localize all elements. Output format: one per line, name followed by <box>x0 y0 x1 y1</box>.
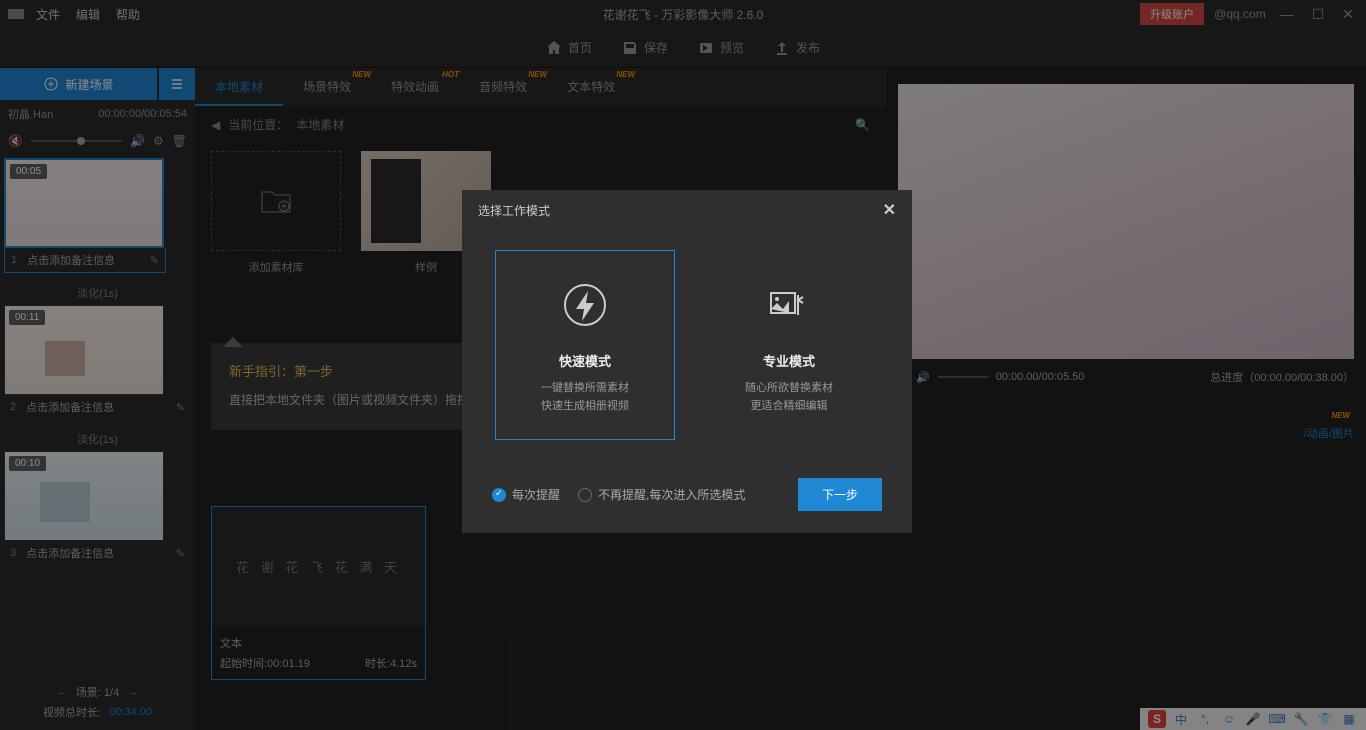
modal-title: 选择工作模式 <box>478 202 550 219</box>
pro-mode-card[interactable]: 专业模式 随心所欲替换素材 更适合精细编辑 <box>699 250 879 440</box>
fast-mode-desc: 一键替换所需素材 快速生成相册视频 <box>508 380 662 415</box>
remind-never-radio[interactable]: 不再提醒,每次进入所选模式 <box>578 486 745 503</box>
radio-dot-icon <box>492 488 506 502</box>
modal-close-button[interactable]: ✕ <box>883 200 896 220</box>
next-button[interactable]: 下一步 <box>798 478 882 511</box>
radio-label: 每次提醒 <box>512 486 560 503</box>
pro-mode-title: 专业模式 <box>712 351 866 370</box>
radio-label: 不再提醒,每次进入所选模式 <box>598 486 745 503</box>
fast-mode-card[interactable]: 快速模式 一键替换所需素材 快速生成相册视频 <box>495 250 675 440</box>
work-mode-modal: 选择工作模式 ✕ 快速模式 一键替换所需素材 快速生成相册视频 专业模式 随心所… <box>462 190 912 533</box>
media-icon <box>765 281 813 329</box>
lightning-icon <box>561 281 609 329</box>
remind-always-radio[interactable]: 每次提醒 <box>492 486 560 503</box>
radio-dot-icon <box>578 488 592 502</box>
fast-mode-title: 快速模式 <box>508 351 662 370</box>
pro-mode-desc: 随心所欲替换素材 更适合精细编辑 <box>712 380 866 415</box>
